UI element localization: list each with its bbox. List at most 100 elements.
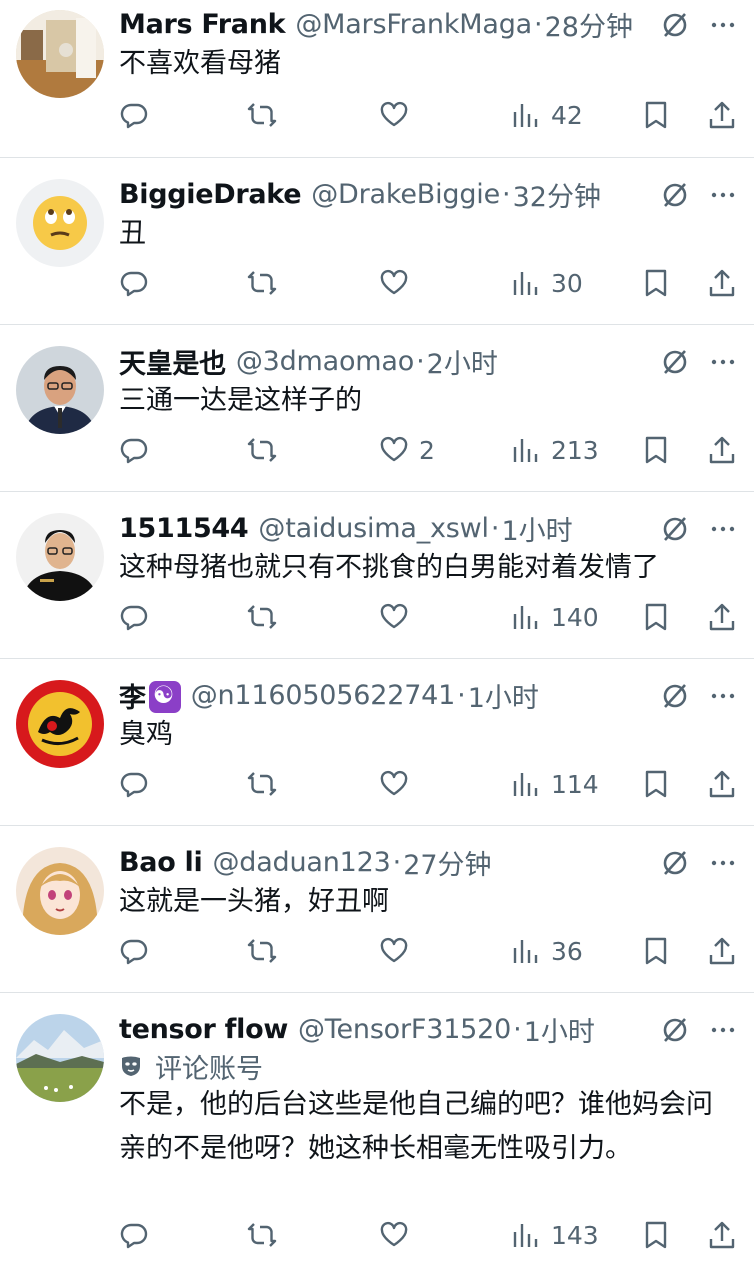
avatar[interactable] <box>16 346 104 434</box>
tweet[interactable]: 李 @n1160505622741 · 1小时 臭鸡 114 <box>0 659 754 826</box>
user-handle[interactable]: @daduan123 <box>212 847 390 878</box>
reply-button[interactable] <box>119 766 149 802</box>
bookmark-button[interactable] <box>641 265 671 301</box>
avatar[interactable] <box>16 680 104 768</box>
display-name[interactable]: BiggieDrake <box>119 179 302 210</box>
like-button[interactable] <box>379 766 419 802</box>
avatar[interactable] <box>16 847 104 935</box>
grok-icon[interactable] <box>660 347 690 377</box>
like-button[interactable]: 2 <box>379 432 435 468</box>
heart-icon <box>380 436 408 462</box>
user-handle[interactable]: @TensorF31520 <box>298 1014 511 1045</box>
avatar[interactable] <box>16 1014 104 1102</box>
retweet-button[interactable] <box>247 933 277 969</box>
display-name[interactable]: tensor flow <box>119 1014 288 1045</box>
share-button[interactable] <box>707 97 737 133</box>
timestamp[interactable]: 1小时 <box>501 509 572 548</box>
share-button[interactable] <box>707 599 737 635</box>
like-button[interactable] <box>379 1217 419 1253</box>
views-button[interactable]: 36 <box>511 933 583 969</box>
views-button[interactable]: 30 <box>511 265 583 301</box>
views-button[interactable]: 140 <box>511 599 599 635</box>
more-icon[interactable] <box>708 681 738 711</box>
display-name[interactable]: Bao li <box>119 847 203 878</box>
like-button[interactable] <box>379 265 419 301</box>
avatar[interactable] <box>16 10 104 98</box>
like-button[interactable] <box>379 599 419 635</box>
display-name[interactable]: 天皇是也 <box>119 342 226 381</box>
timestamp[interactable]: 28分钟 <box>545 5 633 44</box>
reply-icon <box>120 772 148 798</box>
tweet[interactable]: Bao li @daduan123 · 27分钟 这就是一头猪，好丑啊 36 <box>0 826 754 993</box>
user-handle[interactable]: @MarsFrankMaga <box>295 9 532 40</box>
retweet-button[interactable] <box>247 97 277 133</box>
like-button[interactable] <box>379 97 419 133</box>
bookmark-button[interactable] <box>641 432 671 468</box>
user-handle[interactable]: @n1160505622741 <box>191 680 456 711</box>
more-icon[interactable] <box>708 514 738 544</box>
more-icon[interactable] <box>708 848 738 878</box>
bookmark-button[interactable] <box>641 97 671 133</box>
views-button[interactable]: 42 <box>511 97 583 133</box>
grok-icon[interactable] <box>660 1015 690 1045</box>
retweet-button[interactable] <box>247 265 277 301</box>
view-count: 143 <box>551 1220 599 1250</box>
retweet-button[interactable] <box>247 599 277 635</box>
share-button[interactable] <box>707 265 737 301</box>
share-button[interactable] <box>707 933 737 969</box>
tweet-text: 这就是一头猪，好丑啊 <box>119 886 389 917</box>
tweet[interactable]: Mars Frank @MarsFrankMaga · 28分钟 不喜欢看母猪 … <box>0 0 754 158</box>
avatar[interactable] <box>16 179 104 267</box>
avatar[interactable] <box>16 513 104 601</box>
bookmark-button[interactable] <box>641 599 671 635</box>
like-button[interactable] <box>379 933 419 969</box>
share-button[interactable] <box>707 432 737 468</box>
more-icon[interactable] <box>708 10 738 40</box>
timestamp[interactable]: 32分钟 <box>513 175 601 214</box>
tweet[interactable]: 天皇是也 @3dmaomao · 2小时 三通一达是这样子的 2 213 <box>0 325 754 492</box>
view-count: 114 <box>551 769 599 799</box>
views-button[interactable]: 143 <box>511 1217 599 1253</box>
tweet[interactable]: BiggieDrake @DrakeBiggie · 32分钟 丑 30 <box>0 158 754 325</box>
views-button[interactable]: 114 <box>511 766 599 802</box>
views-button[interactable]: 213 <box>511 432 599 468</box>
reply-button[interactable] <box>119 1217 149 1253</box>
reply-button[interactable] <box>119 599 149 635</box>
bookmark-button[interactable] <box>641 1217 671 1253</box>
user-handle[interactable]: @taidusima_xswl <box>258 513 489 544</box>
share-button[interactable] <box>707 1217 737 1253</box>
grok-icon[interactable] <box>660 10 690 40</box>
bookmark-icon <box>645 269 667 297</box>
display-name[interactable]: 1511544 <box>119 513 249 544</box>
timestamp[interactable]: 1小时 <box>524 1010 595 1049</box>
tweet[interactable]: tensor flow @TensorF31520 · 1小时 评论账号 不是，… <box>0 993 754 1280</box>
user-handle[interactable]: @DrakeBiggie <box>311 179 500 210</box>
reply-button[interactable] <box>119 97 149 133</box>
grok-icon[interactable] <box>660 681 690 711</box>
more-icon[interactable] <box>708 1015 738 1045</box>
bookmark-button[interactable] <box>641 766 671 802</box>
view-count: 140 <box>551 602 599 632</box>
retweet-button[interactable] <box>247 432 277 468</box>
grok-icon[interactable] <box>660 848 690 878</box>
retweet-button[interactable] <box>247 766 277 802</box>
grok-icon[interactable] <box>660 180 690 210</box>
tweet-text: 不喜欢看母猪 <box>119 48 281 79</box>
reply-button[interactable] <box>119 933 149 969</box>
reply-button[interactable] <box>119 432 149 468</box>
retweet-button[interactable] <box>247 1217 277 1253</box>
timestamp[interactable]: 1小时 <box>468 676 539 715</box>
more-icon[interactable] <box>708 180 738 210</box>
action-bar: 2 213 <box>119 432 738 468</box>
tweet[interactable]: 1511544 @taidusima_xswl · 1小时 这种母猪也就只有不挑… <box>0 492 754 659</box>
grok-icon[interactable] <box>660 514 690 544</box>
display-name[interactable]: Mars Frank <box>119 9 286 40</box>
timestamp[interactable]: 27分钟 <box>403 843 491 882</box>
user-handle[interactable]: @3dmaomao <box>236 346 414 377</box>
bookmark-button[interactable] <box>641 933 671 969</box>
display-name[interactable]: 李 <box>119 676 146 715</box>
share-button[interactable] <box>707 766 737 802</box>
reply-button[interactable] <box>119 265 149 301</box>
timestamp[interactable]: 2小时 <box>427 342 498 381</box>
more-icon[interactable] <box>708 347 738 377</box>
